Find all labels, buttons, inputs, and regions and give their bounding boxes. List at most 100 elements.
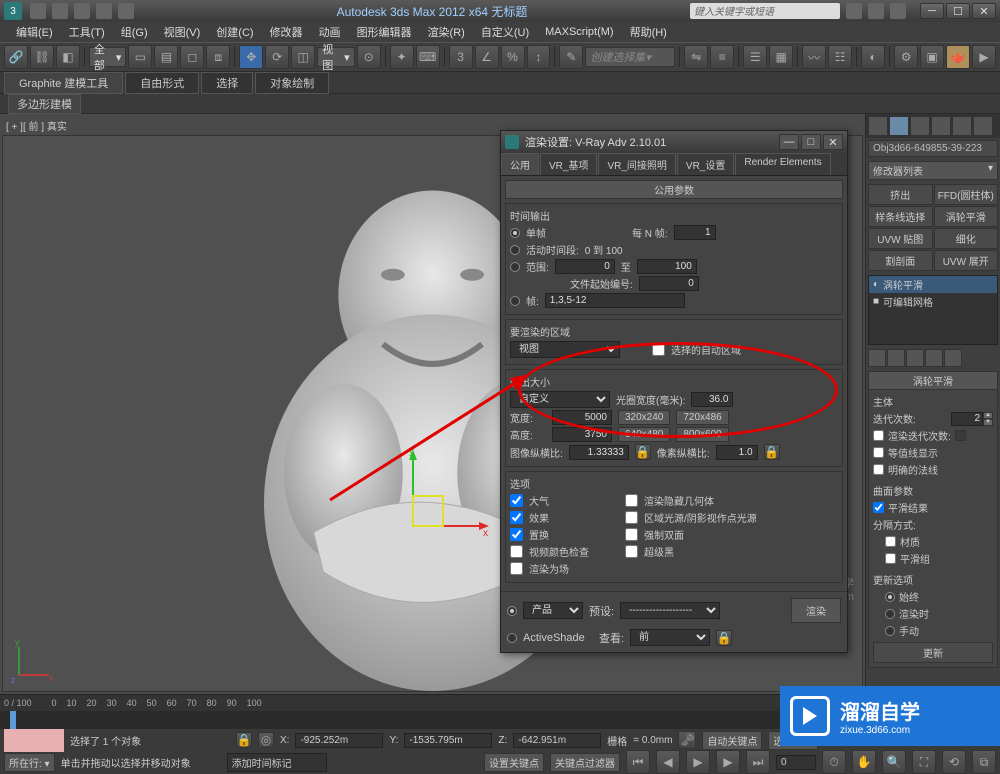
autokey-button[interactable]: 自动关键点 <box>702 731 762 750</box>
time-frames-radio[interactable] <box>510 296 520 306</box>
smooth-result-checkbox[interactable] <box>873 502 884 513</box>
app-logo-icon[interactable]: 3 <box>4 2 22 20</box>
window-cross-icon[interactable]: ⧈ <box>206 45 230 69</box>
render-icon[interactable]: ▶ <box>972 45 996 69</box>
preset-combo[interactable]: ------------------- <box>620 602 720 619</box>
menu-help[interactable]: 帮助(H) <box>622 24 675 40</box>
dialog-maximize-button[interactable]: □ <box>801 134 821 150</box>
area-combo[interactable]: 视图 <box>510 341 620 358</box>
time-slider-handle[interactable] <box>10 711 16 729</box>
place-in-combo[interactable]: 所在行: ▾ <box>4 753 55 772</box>
lock-selection-icon[interactable]: 🔒 <box>236 732 252 748</box>
time-active-radio[interactable] <box>510 245 520 255</box>
named-sel-edit-icon[interactable]: ✎ <box>559 45 583 69</box>
update-render-radio[interactable] <box>885 609 895 619</box>
object-name-field[interactable]: Obj3d66-649855-39-223 <box>868 140 998 157</box>
prev-frame-icon[interactable]: ◀ <box>656 750 680 774</box>
select-name-icon[interactable]: ▤ <box>154 45 178 69</box>
iterations-input[interactable] <box>951 412 983 426</box>
width-input[interactable] <box>552 410 612 425</box>
snap-icon[interactable]: 3 <box>449 45 473 69</box>
isoline-checkbox[interactable] <box>873 447 884 458</box>
stack-remove-icon[interactable] <box>925 349 943 367</box>
explicit-normals-checkbox[interactable] <box>873 464 884 475</box>
help-search-input[interactable]: 键入关键字或短语 <box>690 3 840 19</box>
dialog-minimize-button[interactable]: — <box>779 134 799 150</box>
menu-views[interactable]: 视图(V) <box>156 24 209 40</box>
keyboard-shortcut-icon[interactable]: ⌨ <box>416 45 440 69</box>
mod-slice-button[interactable]: 割剖面 <box>868 250 933 271</box>
rotate-icon[interactable]: ⟳ <box>265 45 289 69</box>
tab-vray-settings[interactable]: VR_设置 <box>677 153 734 175</box>
close-button[interactable]: ✕ <box>972 3 996 19</box>
preset-320x240-button[interactable]: 320x240 <box>618 410 670 425</box>
opt-superblack-checkbox[interactable] <box>625 545 638 558</box>
maximize-button[interactable]: ☐ <box>946 3 970 19</box>
link-icon[interactable]: 🔗 <box>4 45 28 69</box>
ribbon-select-tab[interactable]: 选择 <box>201 72 253 94</box>
isolate-icon[interactable]: ◎ <box>258 732 274 748</box>
modifier-stack[interactable]: ◐涡轮平滑 ■可编辑网格 <box>868 275 998 345</box>
pivot-icon[interactable]: ⊙ <box>357 45 381 69</box>
menu-modifiers[interactable]: 修改器 <box>262 24 311 40</box>
opt-effects-checkbox[interactable] <box>510 511 523 524</box>
qat-undo-icon[interactable] <box>96 3 112 19</box>
maximize-viewport-icon[interactable]: ⧉ <box>972 750 996 774</box>
mod-tessellate-button[interactable]: 细化 <box>934 228 999 249</box>
opt-vidcolor-checkbox[interactable] <box>510 545 523 558</box>
mod-extrude-button[interactable]: 挤出 <box>868 184 933 205</box>
modifier-list-combo[interactable]: 修改器列表▾ <box>868 161 998 180</box>
menu-animation[interactable]: 动画 <box>311 24 349 40</box>
opt-hidden-checkbox[interactable] <box>625 494 638 507</box>
help-icon[interactable] <box>890 3 906 19</box>
render-button[interactable]: 渲染 <box>791 598 841 623</box>
goto-end-icon[interactable]: ⏭ <box>746 750 770 774</box>
key-icon[interactable]: 🗝 <box>678 731 696 749</box>
image-aspect-input[interactable] <box>569 445 629 460</box>
goto-start-icon[interactable]: ⏮ <box>626 750 650 774</box>
sep-material-checkbox[interactable] <box>885 536 896 547</box>
stack-config-icon[interactable] <box>944 349 962 367</box>
update-always-radio[interactable] <box>885 592 895 602</box>
named-selection-combo[interactable]: 创建选择集 ▾ <box>585 47 675 67</box>
image-aspect-lock-icon[interactable]: 🔒 <box>635 444 651 460</box>
time-range-radio[interactable] <box>510 262 520 272</box>
z-field[interactable]: -642.951m <box>513 733 601 748</box>
play-icon[interactable]: ▶ <box>686 750 710 774</box>
dialog-close-button[interactable]: ✕ <box>823 134 843 150</box>
utilities-tab-icon[interactable] <box>973 116 993 136</box>
mod-ffd-button[interactable]: FFD(圆柱体) <box>934 184 999 205</box>
tab-render-elements[interactable]: Render Elements <box>735 153 830 175</box>
preset-800x600-button[interactable]: 800x600 <box>676 427 728 442</box>
production-combo[interactable]: 产品 <box>523 602 583 619</box>
render-production-icon[interactable]: 🫖 <box>946 45 970 69</box>
update-manual-radio[interactable] <box>885 626 895 636</box>
time-config-icon[interactable]: ⏱ <box>822 750 846 774</box>
tab-common[interactable]: 公用 <box>501 153 539 175</box>
select-icon[interactable]: ▭ <box>128 45 152 69</box>
ribbon-objectpaint-tab[interactable]: 对象绘制 <box>255 72 329 94</box>
opt-2side-checkbox[interactable] <box>625 528 638 541</box>
orbit-icon[interactable]: ⟲ <box>942 750 966 774</box>
pixel-aspect-input[interactable] <box>716 445 758 460</box>
opt-atmospherics-checkbox[interactable] <box>510 494 523 507</box>
curve-editor-icon[interactable]: 〰 <box>802 45 826 69</box>
stack-item-turbosmooth[interactable]: ◐涡轮平滑 <box>869 276 997 293</box>
stack-pin-icon[interactable] <box>868 349 886 367</box>
zoom-extents-icon[interactable]: ⛶ <box>912 750 936 774</box>
sep-smooth-checkbox[interactable] <box>885 553 896 564</box>
every-n-input[interactable] <box>674 225 716 240</box>
mod-turbosmooth-button[interactable]: 涡轮平滑 <box>934 206 999 227</box>
coord-system-combo[interactable]: 视图 ▾ <box>317 47 355 67</box>
material-editor-icon[interactable]: ◐ <box>861 45 885 69</box>
spin-down-icon[interactable]: ▼ <box>983 419 993 426</box>
percent-snap-icon[interactable]: % <box>501 45 525 69</box>
spinner-snap-icon[interactable]: ↕ <box>527 45 551 69</box>
render-frame-icon[interactable]: ▣ <box>920 45 944 69</box>
view-lock-icon[interactable]: 🔒 <box>716 630 732 646</box>
opt-renderfield-checkbox[interactable] <box>510 562 523 575</box>
y-field[interactable]: -1535.795m <box>404 733 492 748</box>
modify-tab-icon[interactable] <box>889 116 909 136</box>
range-to-input[interactable] <box>637 259 697 274</box>
angle-snap-icon[interactable]: ∠ <box>475 45 499 69</box>
